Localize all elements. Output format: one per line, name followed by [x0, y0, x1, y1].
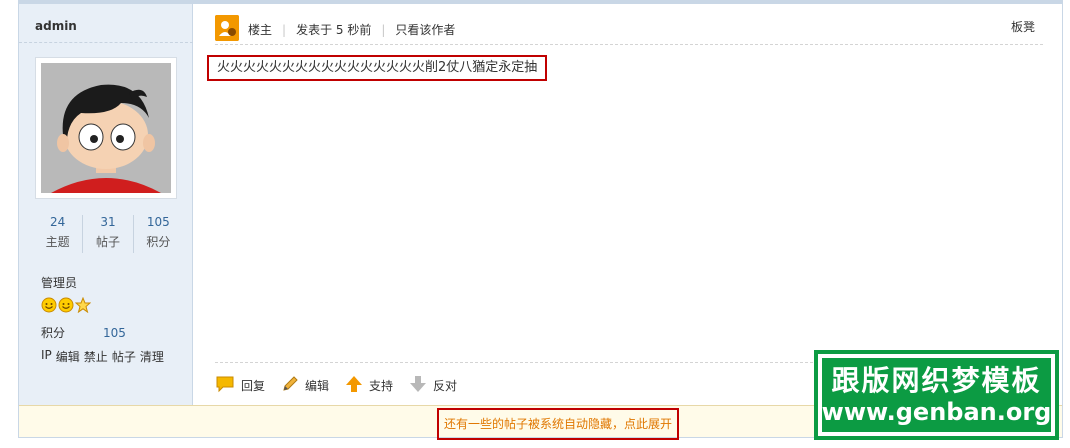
watermark-url: www.genban.org: [821, 398, 1052, 426]
rank-stars: [41, 297, 91, 313]
stat-posts[interactable]: 31 帖子: [82, 215, 132, 253]
owner-badge: [215, 15, 239, 41]
reply-button[interactable]: 回复: [215, 375, 265, 396]
watermark-border: 跟版网织梦模板 www.genban.org: [818, 354, 1055, 436]
watermark-title: 跟版网织梦模板: [831, 364, 1042, 397]
sun-rank-icon: [58, 297, 74, 313]
avatar-cartoon-icon: [41, 63, 171, 193]
oppose-label: 反对: [433, 379, 458, 393]
ip-link[interactable]: IP: [41, 348, 52, 365]
watermark-body: 跟版网织梦模板 www.genban.org: [822, 358, 1051, 432]
reply-label: 回复: [241, 379, 266, 393]
edit-user-link[interactable]: 编辑: [56, 348, 80, 365]
post-body-text: 火火火火火火火火火火火火火火火火削2仗八猶定永定抽: [207, 55, 548, 81]
star-rank-icon: [75, 297, 91, 313]
points-value: 105: [103, 326, 126, 340]
author-name-link[interactable]: admin: [35, 19, 77, 33]
admin-links: IP 编辑 禁止 帖子 清理: [41, 348, 164, 365]
ban-user-link[interactable]: 禁止: [84, 348, 108, 365]
stat-value: 105: [146, 215, 170, 229]
watermark-logo: 跟版网织梦模板 www.genban.org: [814, 350, 1059, 440]
stat-points[interactable]: 105 积分: [132, 215, 183, 253]
author-sidebar: admin 24 主题 31 帖子 105 积分 管理员 积分 105 IP 编…: [19, 4, 193, 405]
support-up-arrow-icon: [345, 375, 363, 396]
post-header: 楼主 | 发表于 5 秒前 | 只看该作者 板凳: [215, 15, 1043, 45]
oppose-down-arrow-icon: [409, 375, 427, 396]
edit-button[interactable]: 编辑: [281, 375, 329, 396]
separator: |: [381, 22, 386, 37]
stat-label: 帖子: [95, 235, 120, 249]
sun-rank-icon: [41, 297, 57, 313]
post-time: 发表于 5 秒前: [296, 23, 372, 37]
avatar-image: [41, 63, 171, 193]
expand-hidden-posts-link[interactable]: 还有一些的帖子被系统自动隐藏，点此展开: [437, 408, 680, 440]
floor-number-link[interactable]: 板凳: [1011, 18, 1035, 35]
owner-label: 楼主: [248, 23, 273, 37]
support-label: 支持: [369, 379, 394, 393]
author-stats: 24 主题 31 帖子 105 积分: [33, 215, 183, 253]
edit-pencil-icon: [281, 375, 299, 396]
user-group-link[interactable]: 管理员: [41, 274, 77, 291]
user-posts-link[interactable]: 帖子: [112, 348, 136, 365]
edit-label: 编辑: [305, 379, 330, 393]
stat-threads[interactable]: 24 主题: [33, 215, 82, 253]
thread-owner-icon: [215, 15, 239, 41]
clean-user-link[interactable]: 清理: [140, 348, 164, 365]
post-meta: 楼主 | 发表于 5 秒前 | 只看该作者: [248, 21, 455, 38]
stat-label: 主题: [45, 235, 70, 249]
divider: [19, 42, 193, 43]
oppose-button[interactable]: 反对: [409, 375, 457, 396]
stat-value: 31: [100, 215, 116, 229]
author-only-link[interactable]: 只看该作者: [395, 21, 455, 38]
actions-row: 回复 编辑 支持 反对: [215, 375, 473, 396]
stat-label: 积分: [146, 235, 171, 249]
points-row: 积分 105: [41, 324, 126, 341]
reply-icon: [215, 375, 235, 396]
avatar[interactable]: [35, 57, 177, 199]
support-button[interactable]: 支持: [345, 375, 393, 396]
stat-value: 24: [50, 215, 66, 229]
points-label: 积分: [41, 326, 66, 340]
separator: |: [282, 22, 287, 37]
